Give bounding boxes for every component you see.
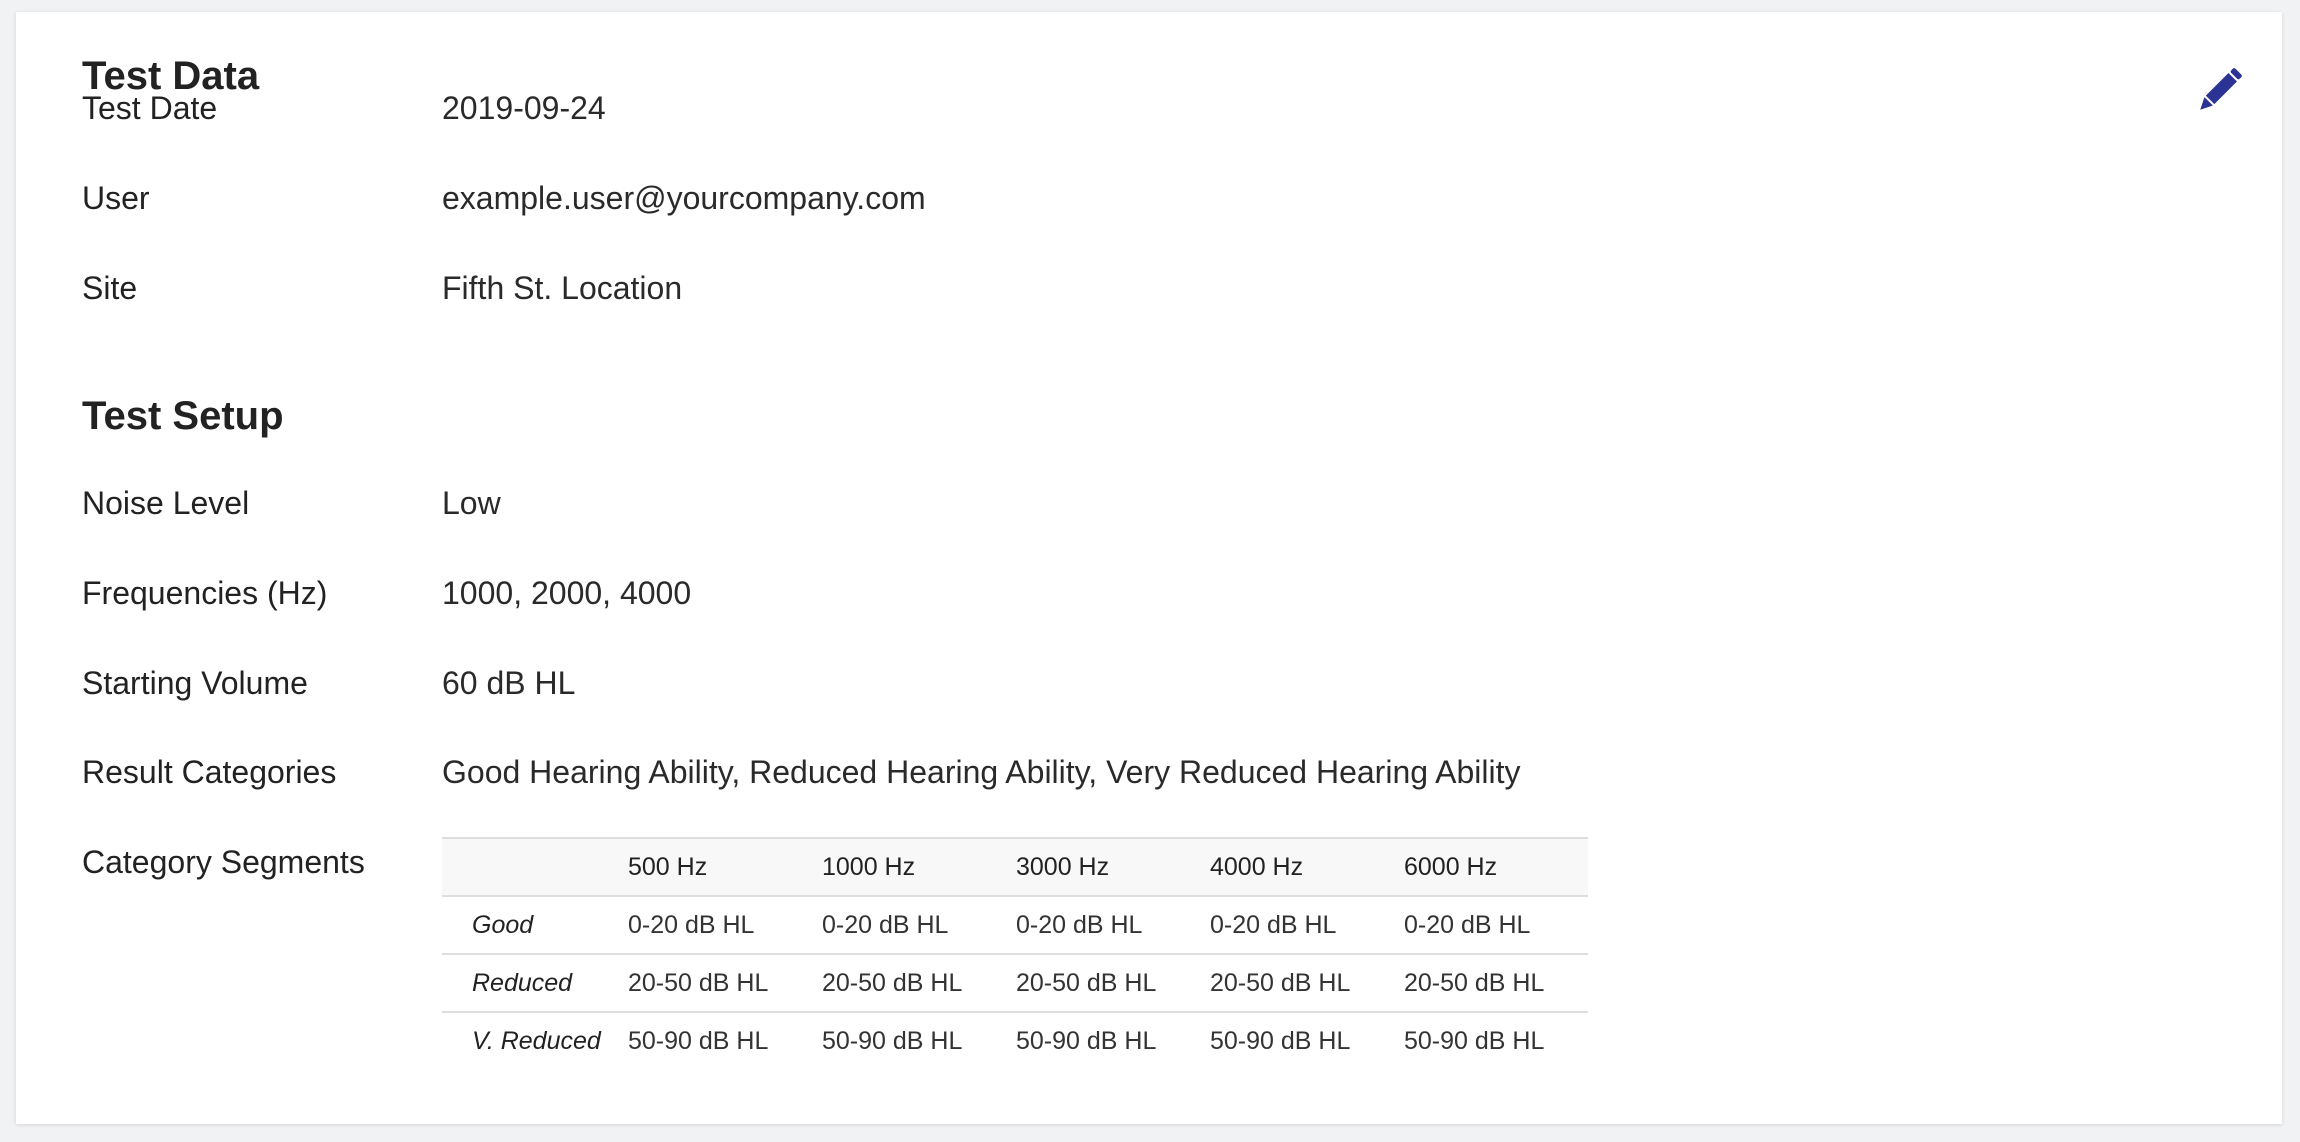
table-cell: 20-50 dB HL (1404, 954, 1588, 1013)
row-header: V. Reduced (472, 1026, 601, 1055)
test-details-card: Test Data Test Date 2019-09-24 User exam… (16, 12, 2282, 1124)
test-date-value: 2019-09-24 (442, 90, 606, 126)
table-cell: 20-50 dB HL (822, 954, 1016, 1013)
column-header (442, 837, 628, 897)
table-cell: 0-20 dB HL (822, 896, 1016, 955)
table-cell: 50-90 dB HL (822, 1026, 963, 1055)
table-cell: 20-50 dB HL (1016, 954, 1210, 1013)
user-label: User (82, 180, 150, 216)
table-cell: 20-50 dB HL (1210, 954, 1404, 1013)
site-value: Fifth St. Location (442, 270, 683, 306)
table-row: V. Reduced 50-90 dB HL 50-90 dB HL 50-90… (442, 1012, 1588, 1069)
pencil-icon (2200, 68, 2242, 110)
table-cell: 20-50 dB HL (628, 954, 822, 1013)
frequencies-value: 1000, 2000, 4000 (442, 575, 692, 611)
table-cell: 0-20 dB HL (1210, 896, 1404, 955)
noise-level-label: Noise Level (82, 485, 250, 521)
row-header: Good (442, 896, 628, 955)
table-cell: 50-90 dB HL (1404, 1026, 1545, 1055)
test-date-label: Test Date (82, 90, 218, 126)
column-header: 3000 Hz (1016, 837, 1210, 897)
row-header: Reduced (442, 954, 628, 1013)
category-segments-table: 500 Hz 1000 Hz 3000 Hz 4000 Hz 6000 Hz G… (442, 837, 1588, 1069)
starting-volume-value: 60 dB HL (442, 665, 576, 701)
table-row: Good 0-20 dB HL 0-20 dB HL 0-20 dB HL 0-… (442, 896, 1588, 955)
table-cell: 50-90 dB HL (1016, 1026, 1157, 1055)
table-cell: 50-90 dB HL (628, 1026, 769, 1055)
test-setup-title: Test Setup (82, 394, 284, 438)
result-categories-value: Good Hearing Ability, Reduced Hearing Ab… (442, 754, 1521, 790)
site-label: Site (82, 270, 138, 306)
table-cell: 0-20 dB HL (1016, 896, 1210, 955)
frequencies-label: Frequencies (Hz) (82, 575, 328, 611)
category-segments-label: Category Segments (82, 844, 365, 880)
table-row: Reduced 20-50 dB HL 20-50 dB HL 20-50 dB… (442, 954, 1588, 1013)
column-header: 4000 Hz (1210, 837, 1404, 897)
column-header: 500 Hz (628, 837, 822, 897)
table-cell: 50-90 dB HL (1210, 1026, 1351, 1055)
column-header: 1000 Hz (822, 837, 1016, 897)
edit-button[interactable] (2192, 62, 2248, 118)
table-cell: 0-20 dB HL (628, 896, 822, 955)
table-header-row: 500 Hz 1000 Hz 3000 Hz 4000 Hz 6000 Hz (442, 837, 1588, 897)
starting-volume-label: Starting Volume (82, 665, 308, 701)
user-value: example.user@yourcompany.com (442, 180, 926, 216)
table-cell: 0-20 dB HL (1404, 896, 1588, 955)
noise-level-value: Low (442, 485, 501, 521)
column-header: 6000 Hz (1404, 837, 1588, 897)
result-categories-label: Result Categories (82, 754, 337, 790)
